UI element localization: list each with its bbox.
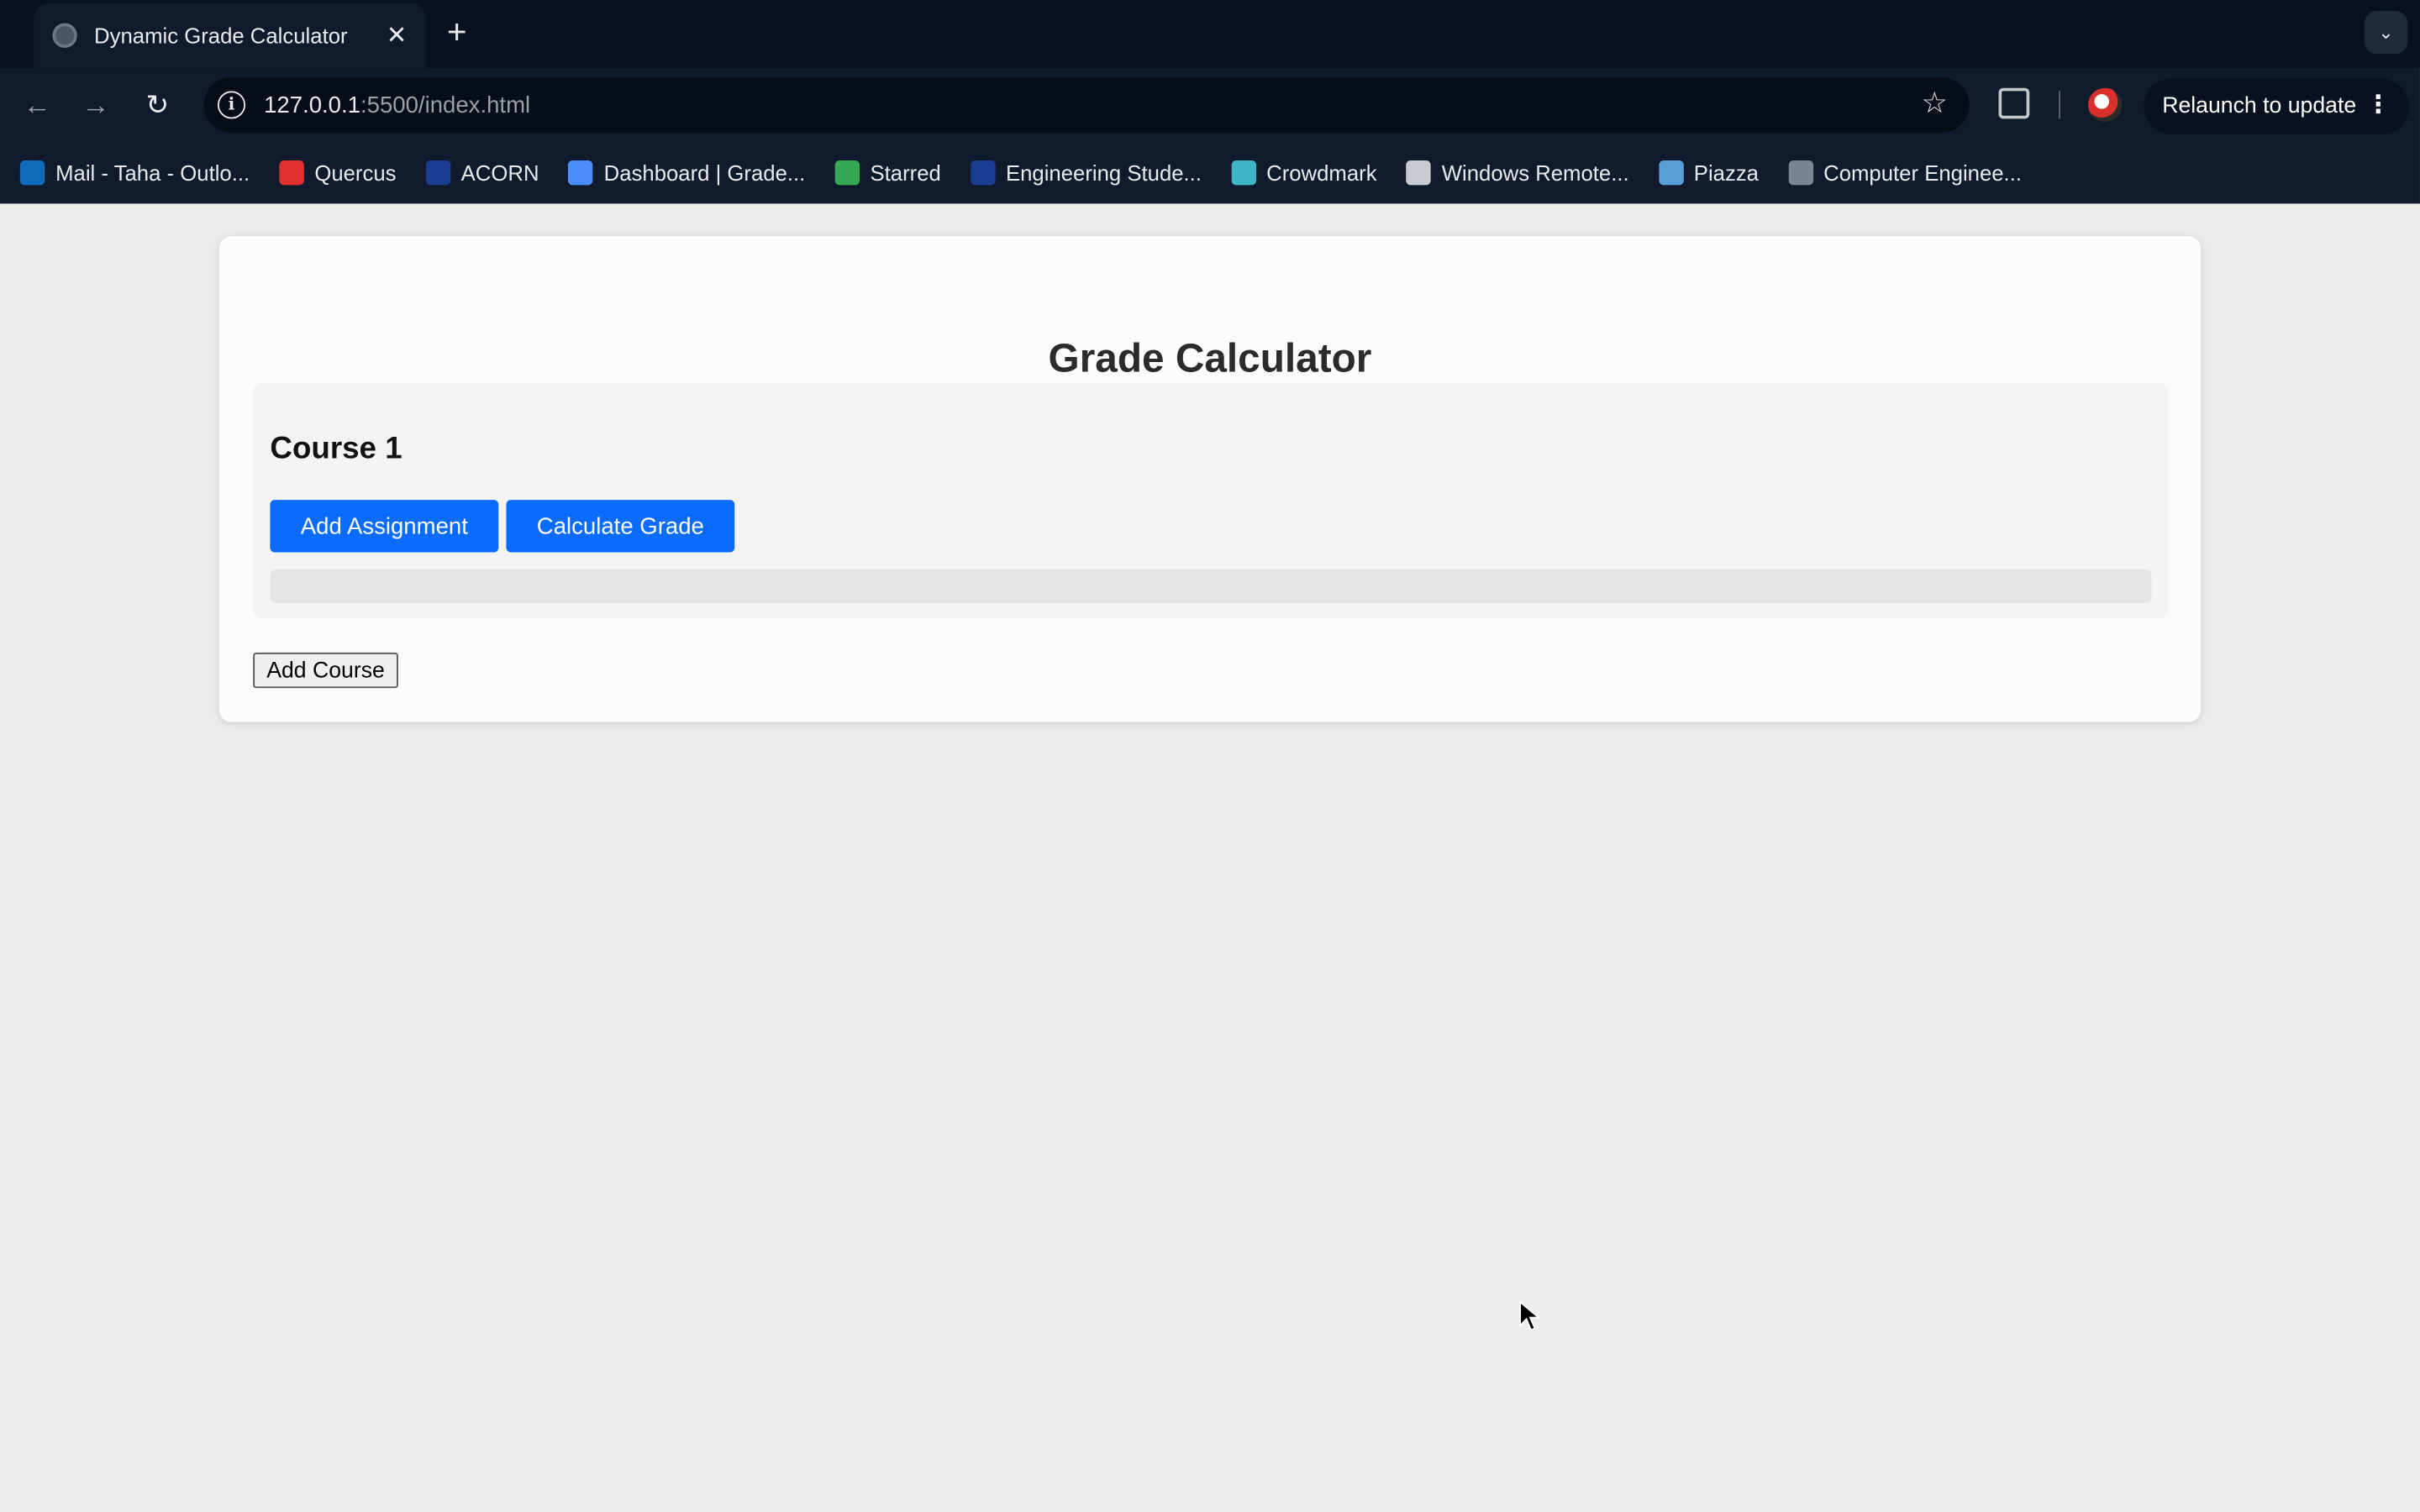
dashboard-icon (568, 160, 593, 186)
drive-icon (834, 160, 860, 186)
reload-icon: ↻ (145, 89, 170, 121)
close-icon[interactable]: ✕ (383, 20, 411, 51)
bookmark-star-icon[interactable]: ☆ (1922, 88, 1948, 122)
tab-title: Dynamic Grade Calculator (94, 23, 348, 48)
course-title: Course 1 (270, 432, 402, 466)
bookmark-item[interactable]: Starred (834, 160, 941, 186)
bookmark-item[interactable]: Dashboard | Grade... (568, 160, 806, 186)
toolbar-divider (2059, 91, 2060, 119)
forward-button[interactable]: → (77, 87, 114, 123)
grade-result-area (270, 569, 2152, 604)
bookmark-item[interactable]: Computer Enginee... (1787, 160, 2022, 186)
chevron-down-icon: ⌄ (2378, 21, 2394, 44)
acorn-icon (425, 160, 450, 186)
page-content: Grade Calculator Course 1 Add Assignment… (0, 203, 2420, 1512)
screen: Dynamic Grade Calculator ✕ + ⌄ ← → ↻ i 1… (0, 0, 2420, 1512)
mouse-cursor-icon (1519, 1300, 1541, 1331)
engineering-icon (970, 160, 996, 186)
back-button[interactable]: ← (18, 87, 55, 123)
bookmark-label: ACORN (460, 160, 539, 186)
bookmark-label: Dashboard | Grade... (603, 160, 806, 186)
more-menu-icon[interactable]: ⋮ (2366, 91, 2391, 122)
outlook-icon (19, 160, 45, 186)
bookmark-label: Windows Remote... (1441, 160, 1629, 186)
url-path: :5500/index.html (360, 92, 531, 118)
calculate-grade-button[interactable]: Calculate Grade (506, 500, 735, 553)
bookmark-label: Crowdmark (1266, 160, 1377, 186)
bookmarks-bar: Mail - Taha - Outlo... Quercus ACORN Dashbo… (0, 142, 2420, 203)
add-course-button[interactable]: Add Course (253, 652, 398, 689)
bookmark-label: Engineering Stude... (1005, 160, 1202, 186)
bookmark-label: Piazza (1693, 160, 1760, 186)
computer-engineering-icon (1787, 160, 1813, 186)
arrow-right-icon: → (82, 89, 110, 121)
piazza-icon (1658, 160, 1683, 186)
address-bar[interactable]: i 127.0.0.1:5500/index.html ☆ (203, 76, 1970, 133)
bookmark-item[interactable]: Piazza (1658, 160, 1760, 186)
relaunch-label: Relaunch to update (2162, 94, 2357, 119)
tab-search-button[interactable]: ⌄ (2364, 10, 2408, 55)
remote-desktop-icon (1406, 160, 1431, 186)
bookmark-label: Mail - Taha - Outlo... (55, 160, 250, 186)
relaunch-button[interactable]: Relaunch to update ⋮ (2144, 78, 2410, 134)
extensions-icon[interactable] (1998, 87, 2030, 119)
bookmark-label: Starred (870, 160, 941, 186)
calculator-card: Grade Calculator Course 1 Add Assignment… (218, 236, 2202, 722)
url-host: 127.0.0.1 (264, 92, 360, 118)
reload-button[interactable]: ↻ (139, 87, 176, 123)
bookmark-label: Quercus (314, 160, 397, 186)
bookmark-item[interactable]: Crowdmark (1230, 160, 1377, 186)
site-info-icon[interactable]: i (217, 91, 246, 119)
url-text[interactable]: 127.0.0.1:5500/index.html (264, 92, 530, 118)
arrow-left-icon: ← (23, 89, 51, 121)
page-title: Grade Calculator (1048, 334, 1372, 381)
profile-avatar[interactable] (2088, 87, 2123, 123)
new-tab-button[interactable]: + (441, 14, 472, 49)
crowdmark-icon (1230, 160, 1256, 186)
tab-strip: Dynamic Grade Calculator ✕ + ⌄ (0, 0, 2420, 68)
bookmark-item[interactable]: ACORN (425, 160, 539, 186)
tab-active[interactable]: Dynamic Grade Calculator ✕ (34, 3, 426, 68)
bookmark-item[interactable]: Mail - Taha - Outlo... (19, 160, 250, 186)
bookmark-item[interactable]: Windows Remote... (1406, 160, 1629, 186)
globe-icon (52, 23, 77, 48)
browser-chrome: Dynamic Grade Calculator ✕ + ⌄ ← → ↻ i 1… (0, 0, 2420, 204)
add-assignment-button[interactable]: Add Assignment (270, 500, 499, 553)
bookmark-label: Computer Enginee... (1823, 160, 2022, 186)
bookmark-item[interactable]: Engineering Stude... (970, 160, 1202, 186)
course-section: Course 1 Add Assignment Calculate Grade (253, 382, 2169, 619)
bookmark-item[interactable]: Quercus (279, 160, 397, 186)
quercus-icon (279, 160, 304, 186)
toolbar: ← → ↻ i 127.0.0.1:5500/index.html ☆ Rela… (0, 68, 2420, 142)
